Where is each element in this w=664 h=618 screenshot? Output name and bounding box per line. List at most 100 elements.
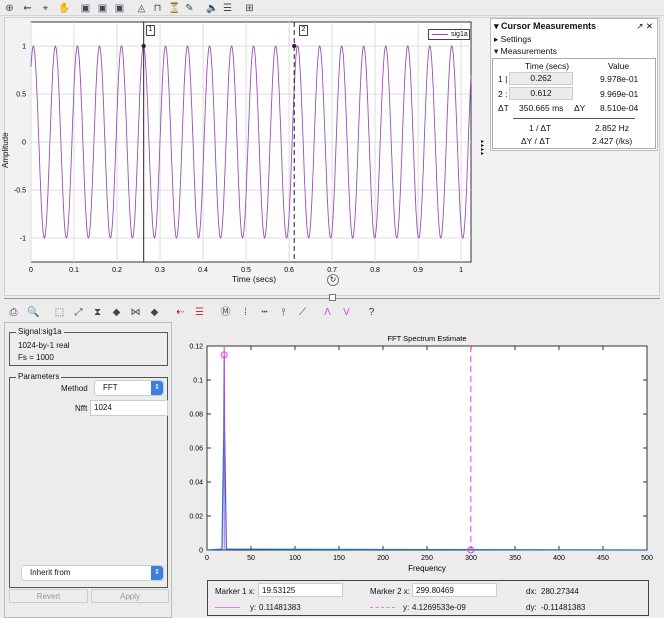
marker1-label: Marker 1 x: [215, 587, 256, 596]
method-select[interactable]: FFT ⇕ [94, 380, 164, 396]
parameters-legend: Parameters [16, 372, 62, 381]
cursor1-value: 9.978e-01 [600, 74, 639, 84]
dx-value: 280.27344 [541, 587, 579, 596]
cursor-measurements-panel: ▾ Cursor Measurements ↗ ✕ ▸ Settings ▾ M… [490, 18, 658, 151]
zoom-vertical-in-icon[interactable]: ◆ [111, 307, 122, 318]
marker1-y-label: y: [250, 603, 257, 612]
valleys-icon[interactable]: V [341, 307, 352, 318]
select-arrows-icon: ⇕ [151, 381, 163, 395]
x-tick-label: 50 [247, 555, 255, 562]
y-tick-label: 0.5 [16, 92, 26, 99]
zoom-horizontal-in-icon[interactable]: ◆ [149, 307, 160, 318]
inv-dt-label: 1 / ΔT [529, 123, 552, 133]
y-tick-label: 0.12 [189, 344, 203, 351]
col-time: Time (secs) [525, 61, 570, 71]
y-tick-label: 0.08 [189, 412, 203, 419]
vertical-markers-icon[interactable]: ⁞ [240, 307, 251, 318]
nfft-input[interactable]: 1024 [90, 400, 168, 416]
x-tick-label: 350 [509, 555, 521, 562]
cursor-2-dot [292, 43, 297, 49]
chart-title: FFT Spectrum Estimate [387, 334, 466, 343]
x-tick-label: 300 [465, 555, 477, 562]
marker2-line-icon [370, 607, 395, 608]
x-tick-label: 100 [289, 555, 301, 562]
cursor-1-dot [141, 43, 146, 49]
inherit-select[interactable]: Inherit from ⇕ [21, 565, 164, 581]
cursor-1-label[interactable]: 1 [146, 25, 155, 36]
y-tick-label: -0.5 [14, 188, 26, 195]
cursor2-value: 9.969e-01 [600, 89, 639, 99]
legend[interactable]: sig1a [428, 29, 470, 40]
line-properties-icon[interactable]: ☰ [194, 307, 205, 318]
print-preview-icon[interactable]: 🔍 [27, 307, 39, 318]
settings-section[interactable]: ▸ Settings [494, 34, 531, 45]
select-line-icon[interactable]: ⇠ [175, 307, 186, 318]
splitter-handle[interactable] [329, 294, 336, 301]
marker-panel: Marker 1 x: 19.53125 y: 0.11481383 Marke… [207, 580, 649, 616]
zoom-all-icon[interactable]: ⤢ [73, 307, 84, 318]
refresh-icon[interactable]: ↻ [327, 274, 339, 286]
cursor-panel-title: Cursor Measurements [501, 21, 597, 31]
legend-line-icon [432, 34, 448, 35]
x-tick-label: 500 [641, 555, 653, 562]
plot-area [206, 345, 648, 551]
y-tick-label: 0 [199, 548, 203, 555]
collapse-arrows-icon[interactable]: ▸ ▸ ▸ ▸ [481, 139, 484, 157]
cursor2-time-field[interactable]: 0.612 [509, 87, 573, 100]
x-tick-label: 0.1 [69, 267, 79, 274]
apply-button[interactable]: Apply [91, 589, 169, 603]
inv-dt-value: 2.852 Hz [595, 123, 630, 133]
marker2-x-input[interactable]: 299.80469 [412, 583, 497, 597]
zoom-vertical-out-icon[interactable]: ⧗ [92, 307, 103, 318]
x-tick-label: 0.4 [198, 267, 208, 274]
x-tick-label: 0.2 [112, 267, 122, 274]
signal-legend: Signal:sig1a [16, 327, 64, 336]
time-domain-plot[interactable]: 0 0.1 0.2 0.3 0.4 0.5 0.6 0.7 0.8 0.9 1 1 0.5 0 -0.5 -1 [0, 0, 490, 300]
legend-label: sig1a [451, 31, 468, 38]
x-tick-label: 250 [421, 555, 433, 562]
dy-label: dy: [526, 603, 537, 612]
zoom-box-icon[interactable]: ⬚ [54, 307, 65, 318]
peaks-icon[interactable]: Λ [322, 307, 333, 318]
measurements-section[interactable]: ▾ Measurements [494, 46, 557, 57]
x-tick-label: 0.5 [241, 267, 251, 274]
x-tick-label: 0.6 [284, 267, 294, 274]
marker2-y-value: 4.1269533e-09 [412, 603, 466, 612]
cursor2-label: 2 : [498, 89, 508, 99]
marker2-y-label: y: [403, 603, 410, 612]
zoom-horizontal-out-icon[interactable]: ⋈ [130, 307, 141, 318]
slope-marker-icon[interactable]: ⟋ [297, 307, 308, 318]
dy-label: ΔY [574, 103, 586, 113]
y-tick-label: 0.02 [189, 514, 203, 521]
x-axis-label: Time (secs) [232, 274, 277, 284]
cursor1-time-field[interactable]: 0.262 [509, 72, 573, 85]
marker1-x-input[interactable]: 19.53125 [258, 583, 343, 597]
sampling-rate: Fs = 1000 [18, 353, 54, 362]
x-axis-label: Frequency [408, 564, 446, 573]
rulers-icon[interactable]: Ⓜ [220, 307, 231, 318]
marker1-y-value: 0.11481383 [259, 603, 301, 612]
revert-button[interactable]: Revert [9, 589, 88, 603]
dx-label: dx: [526, 587, 537, 596]
track-marker-icon[interactable]: ⫯ [278, 307, 289, 318]
select-arrows-icon: ⇕ [151, 566, 163, 580]
spectrum-settings-panel: Signal:sig1a 1024-by-1 real Fs = 1000 Pa… [4, 322, 172, 618]
dy-value: -0.11481383 [541, 603, 586, 612]
help-icon[interactable]: ? [366, 307, 377, 318]
cursor-2-label[interactable]: 2 [299, 25, 308, 36]
print-icon[interactable]: ⎙ [8, 307, 19, 318]
fft-spectrum-plot[interactable]: FFT Spectrum Estimate 0 50 100 150 200 250 300 3… [172, 325, 664, 577]
horizontal-markers-icon[interactable]: ┅ [259, 307, 270, 318]
x-tick-label: 1 [459, 267, 463, 274]
y-tick-label: 0.1 [193, 378, 203, 385]
y-axis-label: Amplitude [1, 132, 10, 168]
x-tick-label: 400 [553, 555, 565, 562]
x-tick-label: 0.7 [327, 267, 337, 274]
x-tick-label: 0.3 [155, 267, 165, 274]
cursor1-label: 1 | [498, 74, 508, 84]
nfft-label: Nfft [75, 404, 88, 413]
close-icon[interactable]: ↗ ✕ [636, 21, 653, 32]
x-tick-label: 200 [377, 555, 389, 562]
x-tick-label: 150 [333, 555, 345, 562]
y-tick-label: 1 [22, 44, 26, 51]
